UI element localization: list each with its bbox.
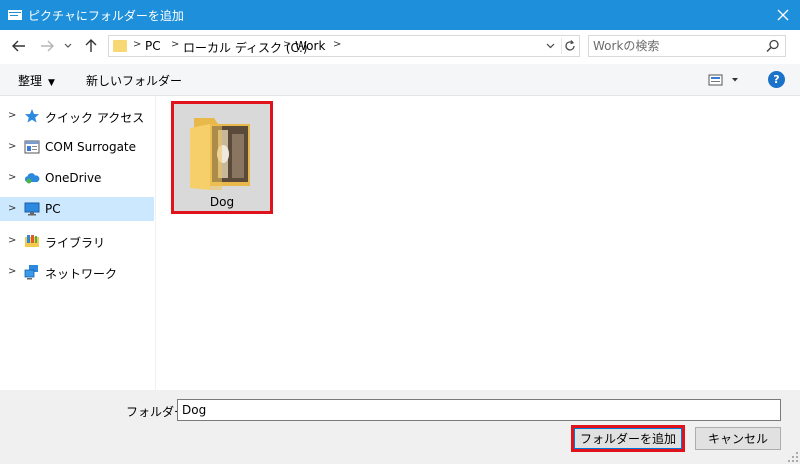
address-dropdown-button[interactable]	[543, 38, 557, 54]
refresh-button[interactable]	[561, 38, 577, 54]
add-folder-button[interactable]: フォルダーを追加	[571, 425, 685, 452]
nav-item-label: ライブラリ	[45, 236, 106, 250]
new-folder-button[interactable]: 新しいフォルダー	[86, 72, 182, 89]
close-button[interactable]	[766, 0, 800, 30]
breadcrumb-separator: >	[283, 39, 292, 50]
nav-item-label: COM Surrogate	[45, 140, 137, 154]
library-icon	[25, 235, 39, 247]
nav-item-network[interactable]: > ネットワーク	[0, 260, 154, 284]
nav-item-label: ネットワーク	[45, 267, 118, 281]
change-view-button[interactable]	[708, 72, 742, 88]
chevron-right-icon[interactable]: >	[8, 141, 16, 152]
breadcrumb-separator: >	[133, 39, 142, 50]
new-folder-label: 新しいフォルダー	[86, 74, 183, 88]
command-bar: 整理 ▼ 新しいフォルダー ?	[0, 64, 800, 96]
file-list: Dog	[157, 96, 800, 390]
refresh-icon	[564, 40, 575, 51]
nav-item-onedrive[interactable]: > OneDrive	[0, 166, 154, 190]
nav-item-quick-access[interactable]: > クイック アクセス	[0, 104, 154, 128]
cancel-button-label: キャンセル	[707, 432, 768, 446]
star-icon	[25, 109, 39, 123]
add-folder-button-face: フォルダーを追加	[574, 428, 682, 449]
chevron-right-icon[interactable]: >	[8, 203, 16, 214]
chevron-right-icon[interactable]: >	[8, 235, 16, 246]
question-icon: ?	[773, 73, 780, 86]
navigation-pane: > クイック アクセス > COM Surrogate > OneDrive >	[0, 96, 156, 390]
close-icon	[777, 9, 789, 21]
nav-item-libraries[interactable]: > ライブラリ	[0, 229, 154, 253]
add-folder-button-label: フォルダーを追加	[579, 432, 676, 446]
breadcrumb-separator: >	[171, 39, 180, 50]
folder-icon	[113, 40, 127, 52]
resize-grip[interactable]	[788, 452, 798, 462]
nav-item-com-surrogate[interactable]: > COM Surrogate	[0, 135, 154, 159]
arrow-up-icon	[85, 39, 97, 52]
organize-button[interactable]: 整理 ▼	[18, 72, 55, 89]
search-input[interactable]	[593, 38, 763, 54]
chevron-right-icon[interactable]: >	[8, 266, 16, 277]
nav-item-label: OneDrive	[45, 171, 102, 185]
cancel-button[interactable]: キャンセル	[695, 427, 781, 450]
arrow-right-icon	[41, 40, 54, 52]
address-bar[interactable]: > PC > ローカル ディスク (C:) > Work >	[108, 35, 580, 57]
app-icon	[8, 10, 22, 20]
caret-down-icon: ▼	[48, 78, 55, 88]
view-details-icon	[708, 74, 738, 86]
breadcrumb-work[interactable]: Work	[295, 39, 325, 53]
nav-item-label: PC	[45, 202, 61, 216]
organize-label: 整理	[18, 74, 43, 88]
chevron-right-icon[interactable]: >	[8, 110, 16, 121]
recent-locations-button[interactable]	[62, 37, 74, 55]
search-icon[interactable]	[765, 38, 781, 54]
arrow-left-icon	[12, 40, 25, 52]
folder-icon	[190, 118, 250, 190]
chevron-right-icon[interactable]: >	[8, 172, 16, 183]
nav-item-pc[interactable]: > PC	[0, 197, 154, 221]
chevron-down-icon	[64, 43, 72, 48]
title-bar: ピクチャにフォルダーを追加	[0, 0, 800, 30]
window-title: ピクチャにフォルダーを追加	[28, 9, 184, 23]
chevron-down-icon	[546, 43, 554, 49]
network-icon	[24, 265, 38, 280]
folder-name-input[interactable]	[177, 399, 781, 421]
search-box	[588, 35, 786, 57]
nav-item-label: クイック アクセス	[45, 111, 145, 125]
folder-name: Dog	[209, 195, 235, 209]
folder-item-dog[interactable]: Dog	[171, 101, 273, 214]
back-button[interactable]	[10, 37, 28, 55]
up-button[interactable]	[82, 37, 100, 55]
window-icon	[24, 140, 40, 154]
help-button[interactable]: ?	[768, 71, 785, 88]
breadcrumb-separator: >	[333, 39, 342, 50]
forward-button[interactable]	[38, 37, 56, 55]
cloud-icon	[24, 173, 40, 184]
breadcrumb-pc[interactable]: PC	[145, 39, 161, 53]
monitor-icon	[24, 202, 40, 216]
dialog-footer: フォルダー: フォルダーを追加 キャンセル	[0, 390, 800, 464]
